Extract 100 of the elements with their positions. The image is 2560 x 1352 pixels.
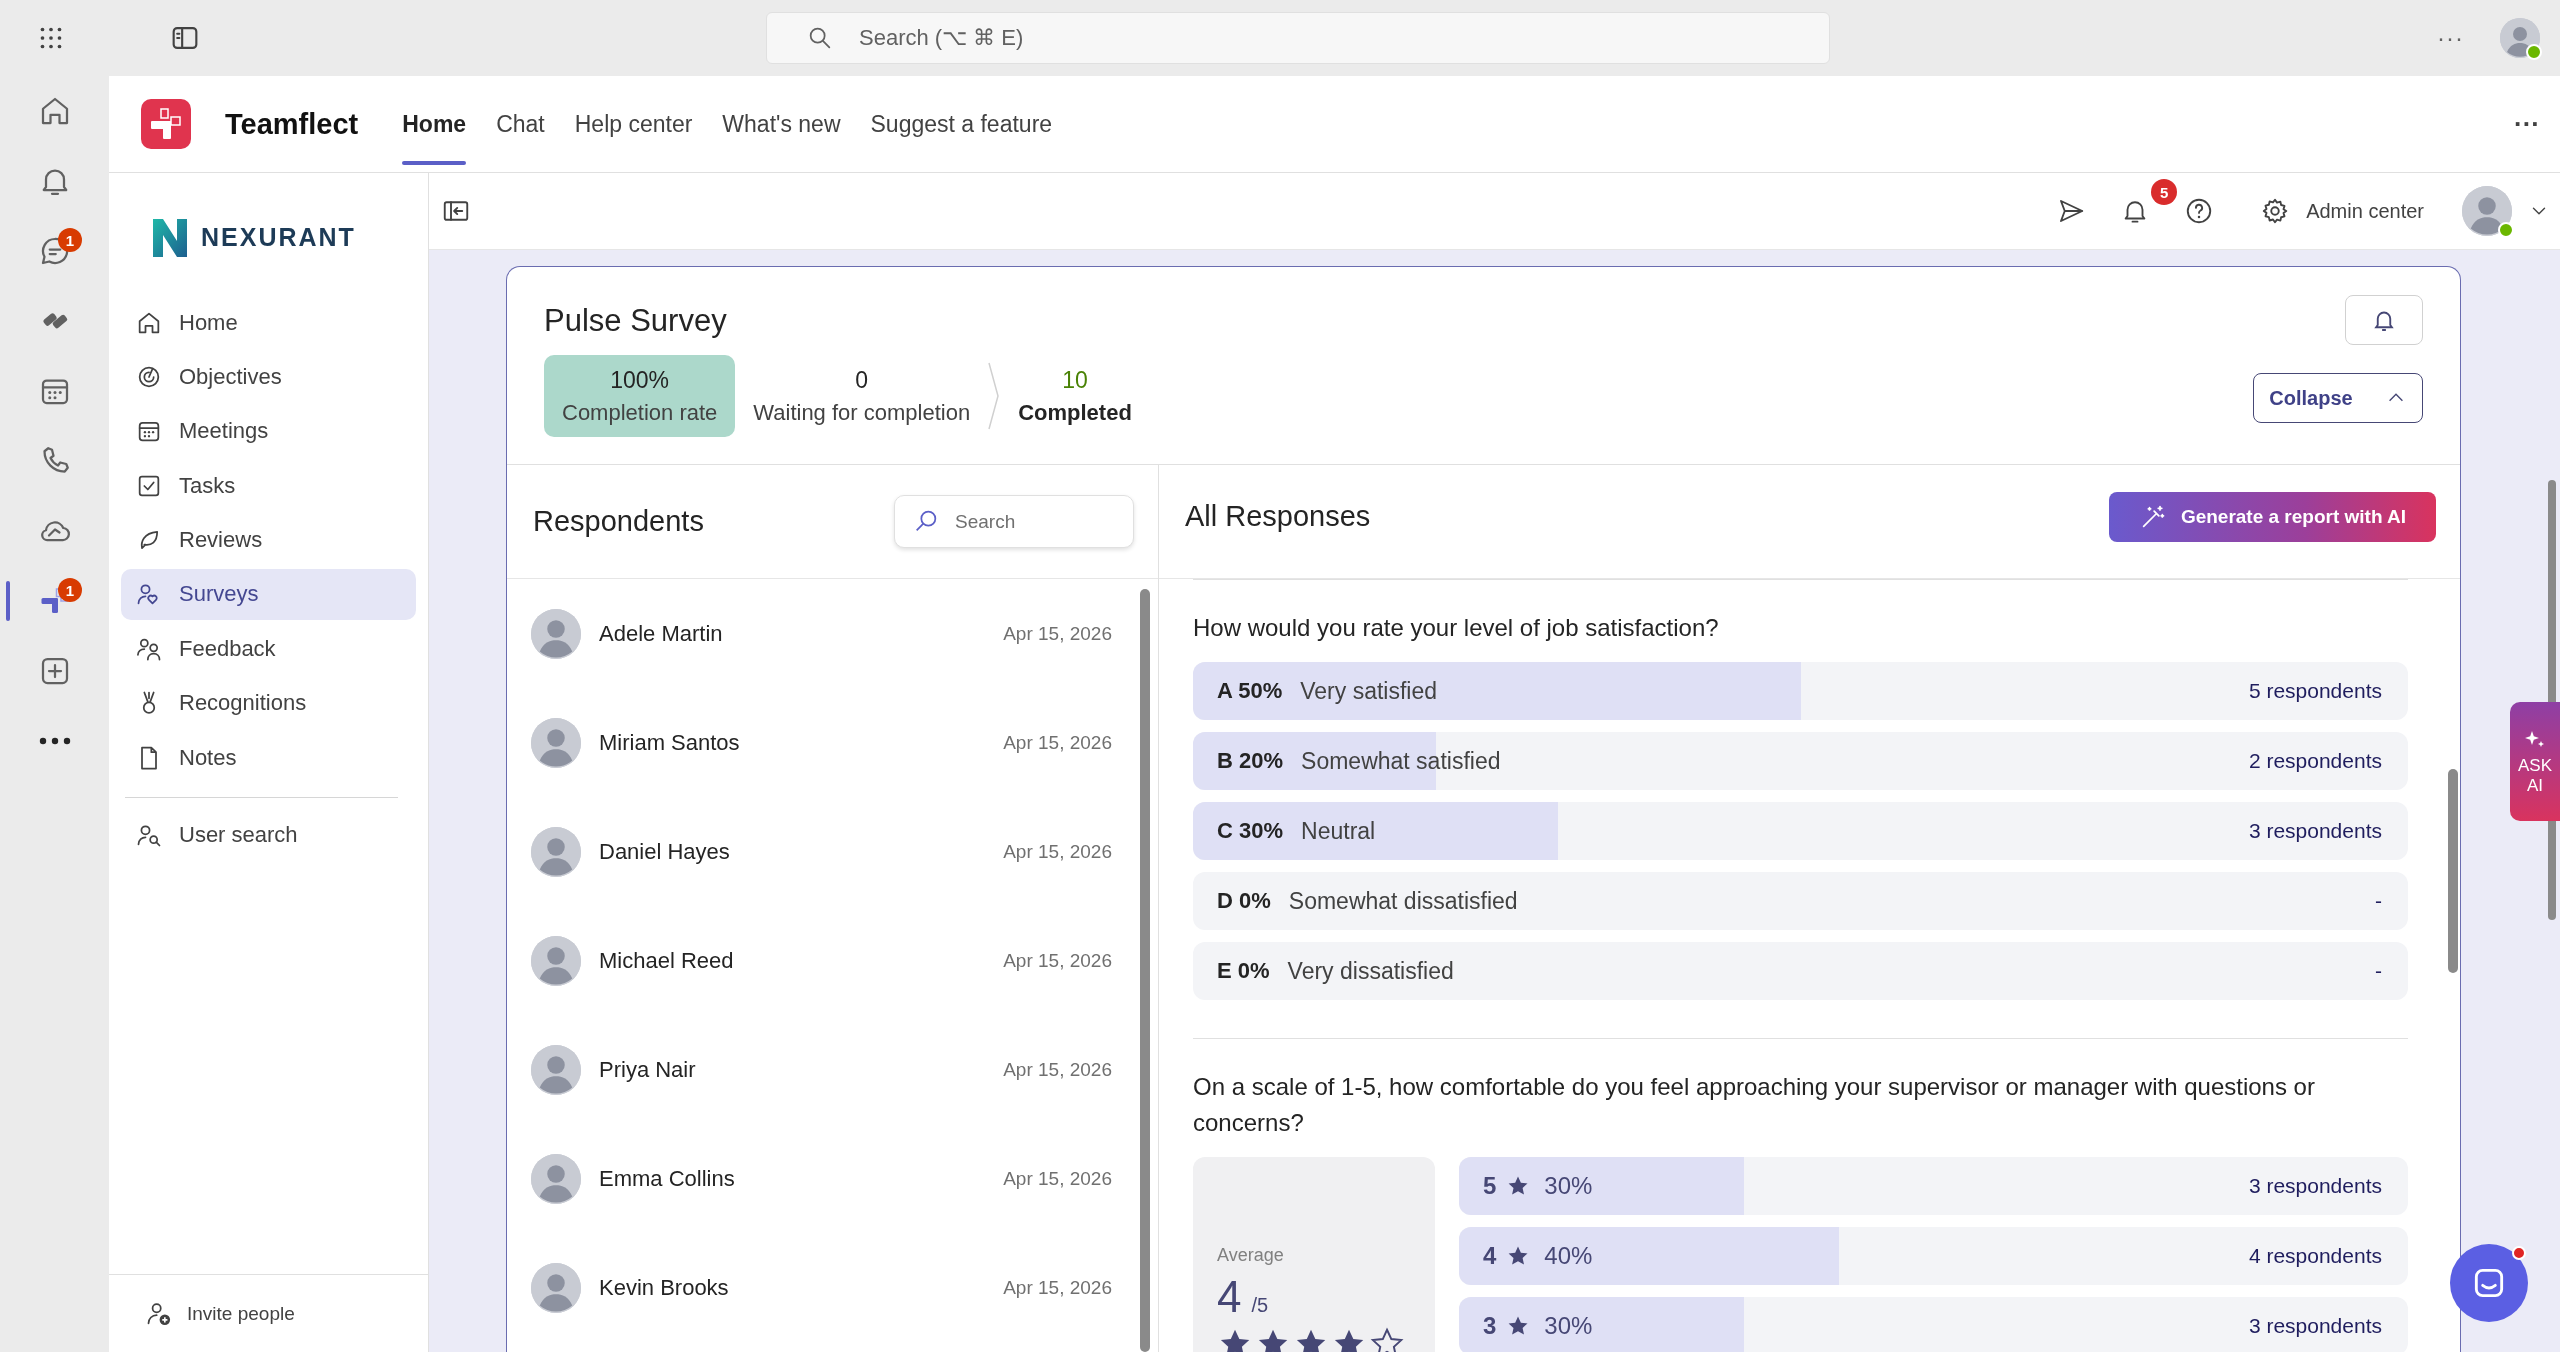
scrollbar[interactable] bbox=[1140, 589, 1150, 1352]
sidebar-item[interactable]: User search bbox=[121, 809, 416, 861]
nav-tab[interactable]: What's new bbox=[722, 75, 841, 173]
avatar bbox=[531, 1153, 581, 1204]
question-text: How would you rate your level of job satisfaction? bbox=[1193, 613, 1720, 643]
sidebar-item[interactable]: Meetings bbox=[121, 405, 416, 457]
scrollbar[interactable] bbox=[2448, 769, 2458, 973]
app-logo-icon bbox=[141, 99, 191, 149]
respondent-row[interactable]: Michael Reed Apr 15, 2026 bbox=[507, 906, 1140, 1015]
notification-badge: 5 bbox=[2151, 179, 2178, 205]
average-label: Average bbox=[1217, 1245, 1285, 1266]
reminder-button[interactable] bbox=[2345, 295, 2423, 345]
generate-report-button[interactable]: Generate a report with AI bbox=[2109, 491, 2436, 542]
user-avatar bbox=[2500, 18, 2540, 58]
avatar bbox=[531, 1262, 581, 1313]
stat-value: 0 bbox=[855, 366, 869, 394]
sidebar-item[interactable]: Objectives bbox=[121, 351, 416, 403]
respondent-name: Kevin Brooks bbox=[599, 1274, 729, 1301]
search-field[interactable]: Search bbox=[894, 495, 1134, 548]
respondent-count: - bbox=[2375, 889, 2382, 913]
option-percent: D 0% bbox=[1217, 888, 1271, 914]
rail-button[interactable]: 1 bbox=[0, 216, 109, 286]
chevron-divider-icon bbox=[988, 361, 1001, 431]
option-percent: E 0% bbox=[1217, 958, 1270, 984]
avatar bbox=[531, 717, 581, 768]
notification-badge: 1 bbox=[58, 578, 82, 602]
rating-percent: 40% bbox=[1544, 1242, 1593, 1270]
response-date: Apr 15, 2026 bbox=[1003, 1276, 1112, 1299]
sidebar-item[interactable]: Notes bbox=[121, 732, 416, 784]
org-name: NEXURANT bbox=[201, 222, 356, 252]
respondent-name: Michael Reed bbox=[599, 947, 734, 974]
stat-label: Completion rate bbox=[562, 399, 718, 426]
more-button[interactable]: ··· bbox=[2437, 24, 2464, 52]
rating-percent: 30% bbox=[1544, 1312, 1593, 1340]
response-date: Apr 15, 2026 bbox=[1003, 1167, 1112, 1190]
respondent-row[interactable]: Priya Nair Apr 15, 2026 bbox=[507, 1015, 1140, 1124]
stat-label: Waiting for completion bbox=[753, 399, 971, 426]
respondent-count: 4 respondents bbox=[2248, 1244, 2382, 1268]
user-avatar bbox=[2462, 186, 2512, 236]
response-date: Apr 15, 2026 bbox=[1003, 949, 1112, 972]
avatar bbox=[531, 608, 581, 659]
option-label: Somewhat dissatisfied bbox=[1288, 887, 1518, 915]
question-text: On a scale of 1-5, how comfortable do you feel approaching your supervisor or manager with questions or concerns? bbox=[1193, 1072, 2316, 1138]
respondent-count: 3 respondents bbox=[2248, 1174, 2382, 1198]
respondent-count: 5 respondents bbox=[2248, 679, 2382, 703]
sidebar-item[interactable]: Feedback bbox=[121, 623, 416, 675]
average-value: 4 bbox=[1217, 1272, 1242, 1322]
respondent-row[interactable]: Adele Martin Apr 15, 2026 bbox=[507, 579, 1140, 688]
sidebar-item[interactable]: Recognitions bbox=[121, 677, 416, 729]
collapse-button[interactable]: Collapse bbox=[2253, 373, 2423, 423]
sidebar-item[interactable]: Home bbox=[121, 297, 416, 348]
nav-tab[interactable]: Suggest a feature bbox=[870, 75, 1053, 173]
respondent-row[interactable]: Emma Collins Apr 15, 2026 bbox=[507, 1124, 1140, 1233]
notification-badge: 1 bbox=[58, 228, 82, 252]
rating-score: 5 bbox=[1483, 1172, 1497, 1200]
rating-percent: 30% bbox=[1544, 1172, 1593, 1200]
nav-tab[interactable]: Home bbox=[402, 75, 467, 173]
sidebar-item[interactable]: Surveys bbox=[121, 568, 416, 620]
respondent-name: Miriam Santos bbox=[599, 729, 740, 756]
option-label: Neutral bbox=[1301, 817, 1376, 845]
response-date: Apr 15, 2026 bbox=[1003, 1058, 1112, 1081]
option-label: Very dissatisfied bbox=[1287, 957, 1454, 985]
nav-tab[interactable]: Chat bbox=[496, 75, 545, 173]
respondent-name: Adele Martin bbox=[599, 620, 723, 647]
section-title: All Responses bbox=[1185, 500, 1371, 533]
option-percent: C 30% bbox=[1217, 818, 1284, 844]
response-date: Apr 15, 2026 bbox=[1003, 731, 1112, 754]
respondent-count: 3 respondents bbox=[2248, 1314, 2382, 1338]
app-title: Teamflect bbox=[225, 107, 359, 141]
respondent-row[interactable]: Daniel Hayes Apr 15, 2026 bbox=[507, 797, 1140, 906]
stat-value: 100% bbox=[610, 366, 670, 394]
rating-score: 3 bbox=[1483, 1312, 1497, 1340]
avatar bbox=[531, 1044, 581, 1095]
sidebar-item[interactable]: Reviews bbox=[121, 514, 416, 566]
sidebar-item[interactable]: Tasks bbox=[121, 460, 416, 512]
nav-tab[interactable]: Help center bbox=[574, 75, 693, 173]
response-date: Apr 15, 2026 bbox=[1003, 840, 1112, 863]
search-field[interactable]: Search (⌥ ⌘ E) bbox=[766, 12, 1830, 64]
option-label: Very satisfied bbox=[1300, 677, 1437, 705]
rail-button[interactable]: 1 bbox=[0, 566, 109, 636]
more-button[interactable]: ··· bbox=[2514, 108, 2540, 140]
option-label: Somewhat satisfied bbox=[1301, 747, 1501, 775]
ask-ai-button[interactable]: ASK AI bbox=[2510, 702, 2560, 821]
invite-button[interactable]: Invite people bbox=[139, 1298, 301, 1329]
respondent-name: Priya Nair bbox=[599, 1056, 696, 1083]
response-date: Apr 15, 2026 bbox=[1003, 622, 1112, 645]
respondent-count: 2 respondents bbox=[2248, 749, 2382, 773]
respondent-row[interactable]: Miriam Santos Apr 15, 2026 bbox=[507, 688, 1140, 797]
rating-score: 4 bbox=[1483, 1242, 1497, 1270]
stat-value: 10 bbox=[1062, 366, 1088, 394]
respondent-row[interactable]: Kevin Brooks Apr 15, 2026 bbox=[507, 1233, 1140, 1342]
respondent-name: Daniel Hayes bbox=[599, 838, 730, 865]
respondent-count: 3 respondents bbox=[2248, 819, 2382, 843]
avatar bbox=[531, 826, 581, 877]
presence-icon bbox=[2498, 222, 2514, 238]
average-max: /5 bbox=[1251, 1294, 1269, 1317]
presence-icon bbox=[2526, 44, 2542, 60]
admin-center-button[interactable]: Admin center bbox=[2254, 195, 2430, 227]
empty-star-icon bbox=[1369, 1326, 1405, 1352]
avatar bbox=[531, 935, 581, 986]
